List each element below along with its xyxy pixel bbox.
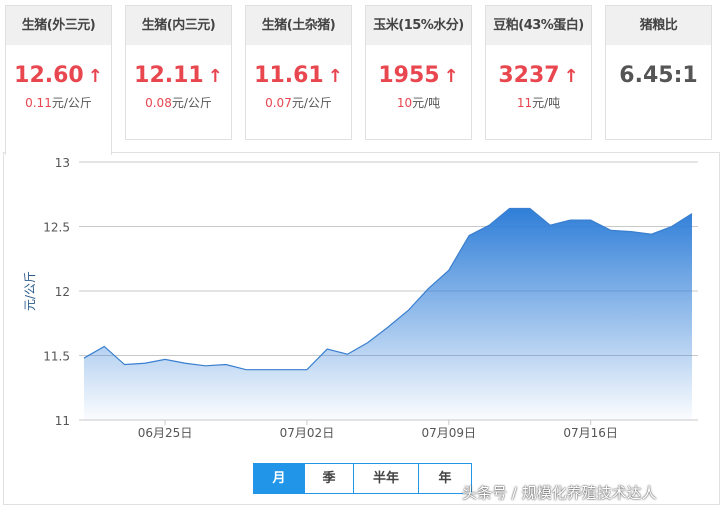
- data-point: [447, 268, 451, 272]
- data-point: [325, 347, 329, 351]
- data-point: [345, 352, 349, 356]
- data-point: [508, 206, 512, 210]
- data-point: [609, 228, 613, 232]
- y-tick-label: 12.5: [43, 221, 70, 235]
- y-tick-label: 12: [55, 285, 70, 299]
- data-point: [204, 364, 208, 368]
- data-point: [82, 356, 86, 360]
- range-button-quarter[interactable]: 季: [305, 464, 354, 493]
- data-point: [305, 368, 309, 372]
- price-chart: 11 11.5 12 12.5 13 06月25日 07月02日 07月09日 07月16日 元/…: [23, 156, 698, 440]
- data-point: [629, 230, 633, 234]
- data-point: [183, 361, 187, 365]
- y-tick-label: 13: [55, 156, 70, 170]
- data-point: [163, 357, 167, 361]
- y-tick-label: 11.5: [43, 350, 70, 364]
- data-point: [589, 218, 593, 222]
- data-point: [467, 234, 471, 238]
- x-tick-label: 07月09日: [422, 426, 477, 440]
- watermark: 头条号 / 规模化养殖技术达人: [462, 484, 657, 502]
- data-point: [285, 368, 289, 372]
- data-point: [427, 286, 431, 290]
- data-point: [102, 344, 106, 348]
- data-point: [224, 363, 228, 367]
- data-point: [670, 225, 674, 229]
- data-point: [264, 368, 268, 372]
- y-tick-label: 11: [55, 414, 70, 428]
- y-axis-label: 元/公斤: [23, 271, 37, 311]
- x-tick-label: 07月02日: [280, 426, 335, 440]
- data-point: [548, 223, 552, 227]
- range-selector: 月 季 半年 年: [253, 463, 472, 494]
- data-point: [123, 363, 127, 367]
- data-point: [649, 232, 653, 236]
- data-point: [690, 212, 694, 216]
- data-point: [406, 308, 410, 312]
- data-point: [528, 206, 532, 210]
- range-button-month[interactable]: 月: [254, 464, 305, 493]
- data-point: [386, 325, 390, 329]
- data-point: [487, 223, 491, 227]
- data-point: [568, 218, 572, 222]
- range-button-half-year[interactable]: 半年: [354, 464, 419, 493]
- data-point: [143, 361, 147, 365]
- x-tick-label: 06月25日: [138, 426, 193, 440]
- x-tick-label: 07月16日: [563, 426, 618, 440]
- area-fill: [84, 208, 692, 420]
- data-point: [244, 368, 248, 372]
- data-point: [366, 341, 370, 345]
